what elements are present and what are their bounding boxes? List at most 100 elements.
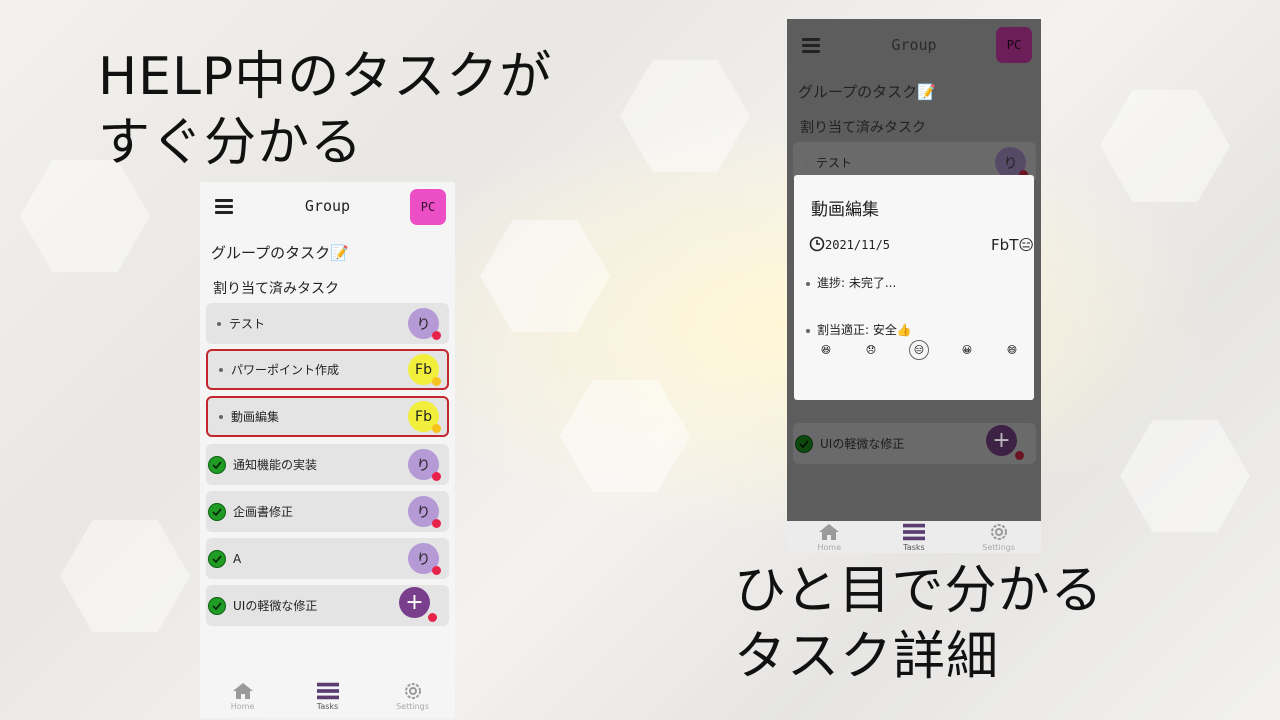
nav-tasks[interactable]: Tasks: [298, 682, 358, 711]
detail-title: 動画編集: [811, 200, 879, 220]
bottom-nav: Home Tasks Settings: [787, 521, 1041, 553]
emoji-sad-icon[interactable]: 😞: [864, 343, 878, 357]
assignee-initial: Fb: [415, 408, 432, 425]
assignee-avatar[interactable]: り: [995, 147, 1028, 179]
task-item-done[interactable]: 企画書修正 り: [206, 491, 449, 532]
home-icon: [818, 523, 840, 541]
task-detail-dialog: 動画編集 2021/11/5 FbT😑 進捗: 未完了... 割当適正: 安全👍…: [794, 175, 1034, 400]
nav-settings-label: Settings: [396, 701, 429, 711]
headline-help-tasks: HELP中のタスクが すぐ分かる: [98, 44, 552, 176]
nav-settings[interactable]: Settings: [383, 682, 443, 711]
check-circle-icon[interactable]: [208, 549, 226, 568]
bullet-icon: [219, 367, 223, 372]
status-dot: [1015, 451, 1024, 460]
nav-home[interactable]: Home: [213, 682, 273, 711]
check-circle-icon[interactable]: [208, 596, 226, 615]
check-circle-icon[interactable]: [795, 434, 813, 453]
assignee-avatar[interactable]: り: [408, 496, 441, 528]
status-dot: [432, 519, 441, 528]
emoji-smile-icon[interactable]: 😀: [960, 343, 974, 357]
assignee-initial: り: [416, 457, 431, 474]
phone-screen-task-list: Group PC グループのタスク📝 割り当て済みタスク テスト り パワーポイ…: [200, 182, 455, 718]
detail-progress: 進捗: 未完了...: [806, 274, 896, 291]
nav-tasks-label: Tasks: [316, 701, 339, 711]
detail-assignment: 割当適正: 安全👍: [806, 321, 912, 338]
assignee-initial: り: [416, 316, 431, 333]
assignee-avatar[interactable]: り: [408, 308, 441, 340]
gear-icon: [402, 682, 424, 700]
assignee-initial: り: [1003, 155, 1018, 172]
task-item-done[interactable]: A り: [206, 538, 449, 579]
status-dot: [432, 566, 441, 575]
assigned-tasks-title: 割り当て済みタスク: [800, 120, 926, 136]
headline-line: HELP中のタスクが: [98, 47, 553, 107]
task-item-help[interactable]: 動画編集 Fb: [206, 396, 449, 437]
nav-home-label: Home: [817, 542, 842, 552]
hex-decoration: [560, 380, 690, 492]
task-item-done[interactable]: UIの軽微な修正 +: [206, 585, 449, 626]
hex-decoration: [60, 520, 190, 632]
plus-icon: +: [405, 590, 424, 615]
user-avatar[interactable]: PC: [996, 27, 1032, 63]
app-bar: Group PC: [787, 19, 1041, 69]
progress-text: 進捗: 未完了...: [817, 276, 897, 290]
nav-home-label: Home: [230, 701, 255, 711]
assignee-avatar[interactable]: Fb: [408, 354, 441, 386]
nav-tasks-label: Tasks: [903, 542, 925, 552]
nav-settings[interactable]: Settings: [969, 523, 1029, 552]
assignee-initial: り: [416, 504, 431, 521]
emoji-neutral-icon-selected[interactable]: 😑: [909, 340, 929, 360]
status-dot: [428, 613, 437, 622]
assignee-initial: Fb: [415, 361, 432, 378]
nav-home[interactable]: Home: [799, 523, 859, 552]
task-item-done[interactable]: UIの軽微な修正 +: [793, 423, 1036, 464]
emoji-grin-icon[interactable]: 😄: [1005, 343, 1019, 357]
gear-icon: [988, 523, 1010, 541]
task-item[interactable]: テスト り: [206, 303, 449, 344]
nav-settings-label: Settings: [982, 542, 1016, 552]
task-item-help[interactable]: パワーポイント作成 Fb: [206, 349, 449, 390]
plus-icon: +: [992, 428, 1011, 453]
tasks-icon: [316, 682, 339, 700]
bullet-icon: [806, 281, 810, 286]
headline-task-detail: ひと目で分かる タスク詳細: [734, 558, 1103, 690]
bullet-icon: [219, 414, 223, 419]
home-icon: [232, 682, 254, 700]
user-avatar[interactable]: PC: [410, 189, 446, 225]
status-dot: [432, 377, 441, 386]
nav-tasks[interactable]: Tasks: [884, 523, 944, 552]
check-circle-icon[interactable]: [208, 502, 226, 521]
bullet-icon: [217, 321, 221, 326]
add-task-button[interactable]: +: [986, 425, 1017, 456]
assignment-text: 割当適正: 安全👍: [817, 323, 912, 337]
headline-line: ひと目で分かる: [734, 561, 1104, 621]
assigned-tasks-title: 割り当て済みタスク: [213, 281, 339, 297]
headline-line: タスク詳細: [734, 627, 1000, 687]
hex-decoration: [1120, 420, 1250, 532]
assignee-initial: り: [416, 551, 431, 568]
emoji-laugh-icon[interactable]: 😆: [819, 343, 833, 357]
clock-icon: [809, 236, 825, 256]
status-dot: [432, 424, 441, 433]
emoji-rating-row: 😆 😞 😑 😀 😄: [819, 340, 1019, 360]
hex-decoration: [20, 160, 150, 272]
phone-screen-task-detail: Group PC グループのタスク📝 割り当て済みタスク テスト り UIの軽微…: [787, 19, 1041, 553]
status-dot: [432, 331, 441, 340]
status-dot: [432, 472, 441, 481]
hex-decoration: [480, 220, 610, 332]
tasks-icon: [902, 523, 925, 541]
bullet-icon: [804, 160, 808, 165]
assignee-avatar[interactable]: り: [408, 449, 441, 481]
bottom-nav: Home Tasks Settings: [200, 674, 455, 718]
check-circle-icon[interactable]: [208, 455, 226, 474]
headline-line: すぐ分かる: [98, 113, 364, 173]
app-bar: Group PC: [200, 182, 455, 232]
hex-decoration: [1100, 90, 1230, 202]
assignee-avatar[interactable]: り: [408, 543, 441, 575]
group-tasks-title: グループのタスク📝: [798, 83, 936, 101]
detail-date: 2021/11/5: [825, 238, 891, 252]
hex-decoration: [620, 60, 750, 172]
task-item-done[interactable]: 通知機能の実装 り: [206, 444, 449, 485]
assignee-avatar[interactable]: Fb: [408, 401, 441, 433]
add-task-button[interactable]: +: [399, 587, 430, 618]
